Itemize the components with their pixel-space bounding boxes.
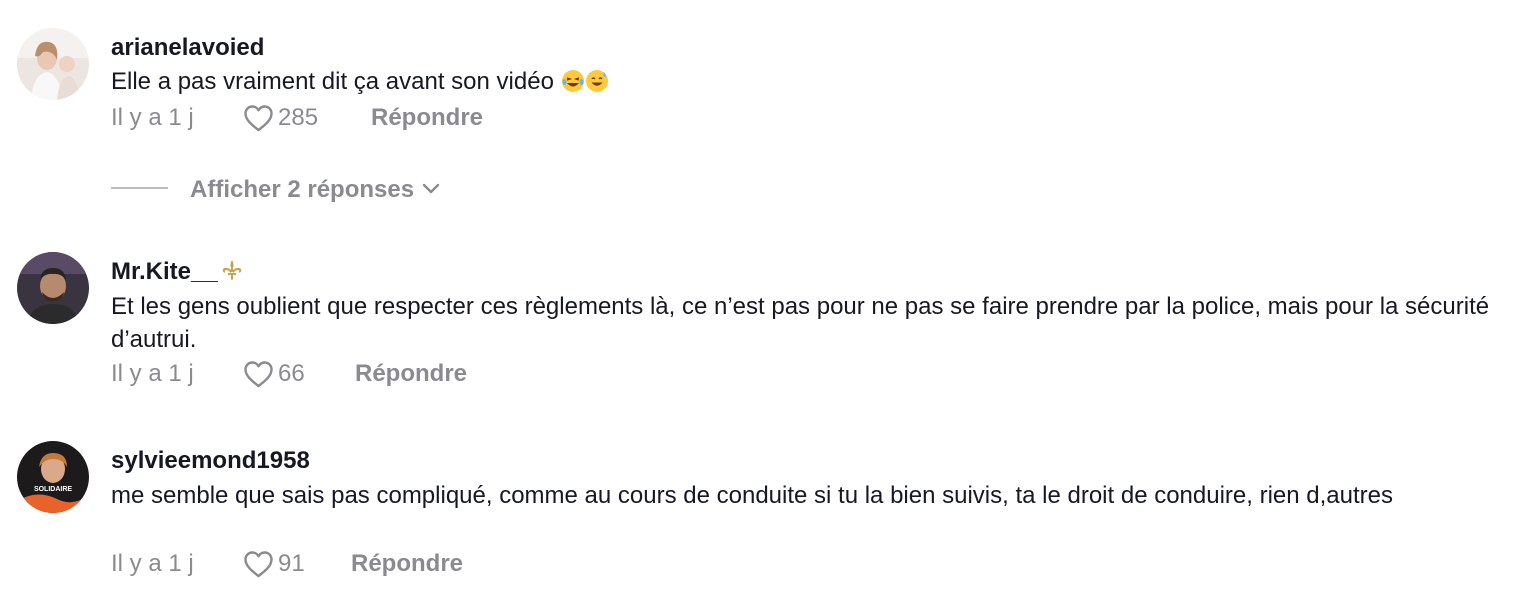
- reply-button[interactable]: Répondre: [351, 548, 463, 580]
- avatar[interactable]: [17, 28, 89, 100]
- like-button[interactable]: 91: [243, 548, 305, 580]
- comment-username-text: Mr.Kite__: [111, 258, 218, 285]
- heart-icon: [244, 551, 273, 578]
- comment-username[interactable]: sylvieemond1958: [111, 447, 310, 475]
- avatar[interactable]: SOLIDAIRE: [17, 441, 89, 513]
- heart-icon: [244, 361, 273, 388]
- reply-button[interactable]: Répondre: [371, 102, 483, 134]
- show-replies-label: Afficher 2 réponses: [190, 176, 415, 203]
- comment-item: arianelavoied Elle a pas vraiment dit ça…: [0, 0, 1514, 160]
- comment-meta: Il y a 1 j 66 Répondre: [111, 358, 511, 390]
- comment-body: Elle a pas vraiment dit ça avant son vid…: [111, 68, 554, 95]
- like-button[interactable]: 66: [243, 358, 305, 390]
- comment-item: SOLIDAIRE sylvieemond1958 me semble que …: [0, 420, 1514, 596]
- fleur-de-lis-icon: [222, 260, 241, 280]
- comment-item: Mr.Kite__ Et les gens oublient que respe…: [0, 230, 1514, 400]
- show-replies-button[interactable]: Afficher 2 réponses: [111, 174, 440, 206]
- comment-meta: Il y a 1 j 91 Répondre: [111, 548, 511, 580]
- comment-text: Elle a pas vraiment dit ça avant son vid…: [111, 65, 1501, 98]
- comment-time: Il y a 1 j: [111, 104, 194, 131]
- heart-icon: [244, 105, 273, 132]
- sweat-smile-emoji: [585, 70, 608, 92]
- comment-username[interactable]: arianelavoied: [111, 34, 264, 62]
- comment-username[interactable]: Mr.Kite__: [111, 258, 244, 286]
- comment-text: me semble que sais pas compliqué, comme …: [111, 482, 1394, 509]
- comment-time: Il y a 1 j: [111, 550, 194, 577]
- laughing-tears-emoji: [561, 70, 584, 92]
- like-count: 285: [278, 104, 319, 131]
- avatar-text: SOLIDAIRE: [34, 486, 72, 493]
- like-count: 66: [278, 360, 305, 387]
- like-count: 91: [278, 550, 305, 577]
- reply-button[interactable]: Répondre: [355, 358, 467, 390]
- divider: [111, 187, 168, 189]
- comment-meta: Il y a 1 j 285 Répondre: [111, 102, 511, 134]
- like-button[interactable]: 285: [243, 102, 318, 134]
- comment-time: Il y a 1 j: [111, 360, 194, 387]
- avatar[interactable]: [17, 252, 89, 324]
- comment-text: Et les gens oublient que respecter ces r…: [111, 293, 1490, 353]
- chevron-down-icon: [422, 183, 440, 194]
